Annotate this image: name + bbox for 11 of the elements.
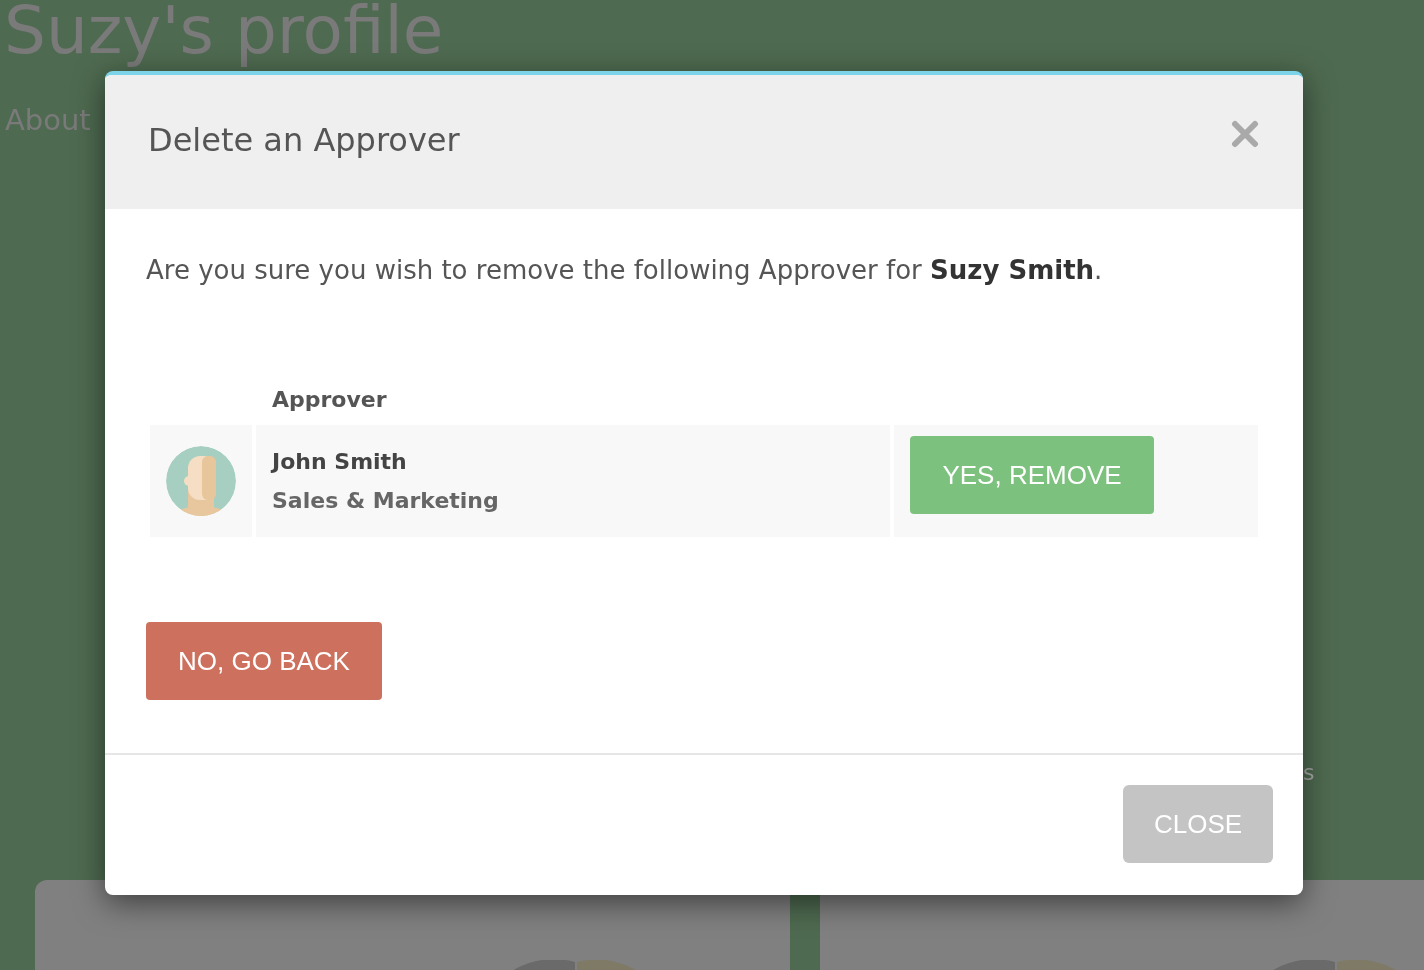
- close-button[interactable]: CLOSE: [1123, 785, 1273, 863]
- confirmation-message: Are you sure you wish to remove the following Approver for Suzy Smith.: [146, 254, 1104, 287]
- column-header: Approver: [271, 385, 387, 414]
- close-icon[interactable]: [1231, 120, 1259, 148]
- approver-name: John Smith: [272, 448, 408, 476]
- dialog-title: Delete an Approver: [148, 120, 460, 161]
- approver-department: Sales & Marketing: [272, 487, 500, 515]
- remove-button[interactable]: YES, REMOVE: [910, 436, 1154, 514]
- go-back-button[interactable]: NO, GO BACK: [146, 622, 382, 700]
- text-fragment: s: [1303, 762, 1315, 784]
- avatar-icon: [166, 446, 236, 516]
